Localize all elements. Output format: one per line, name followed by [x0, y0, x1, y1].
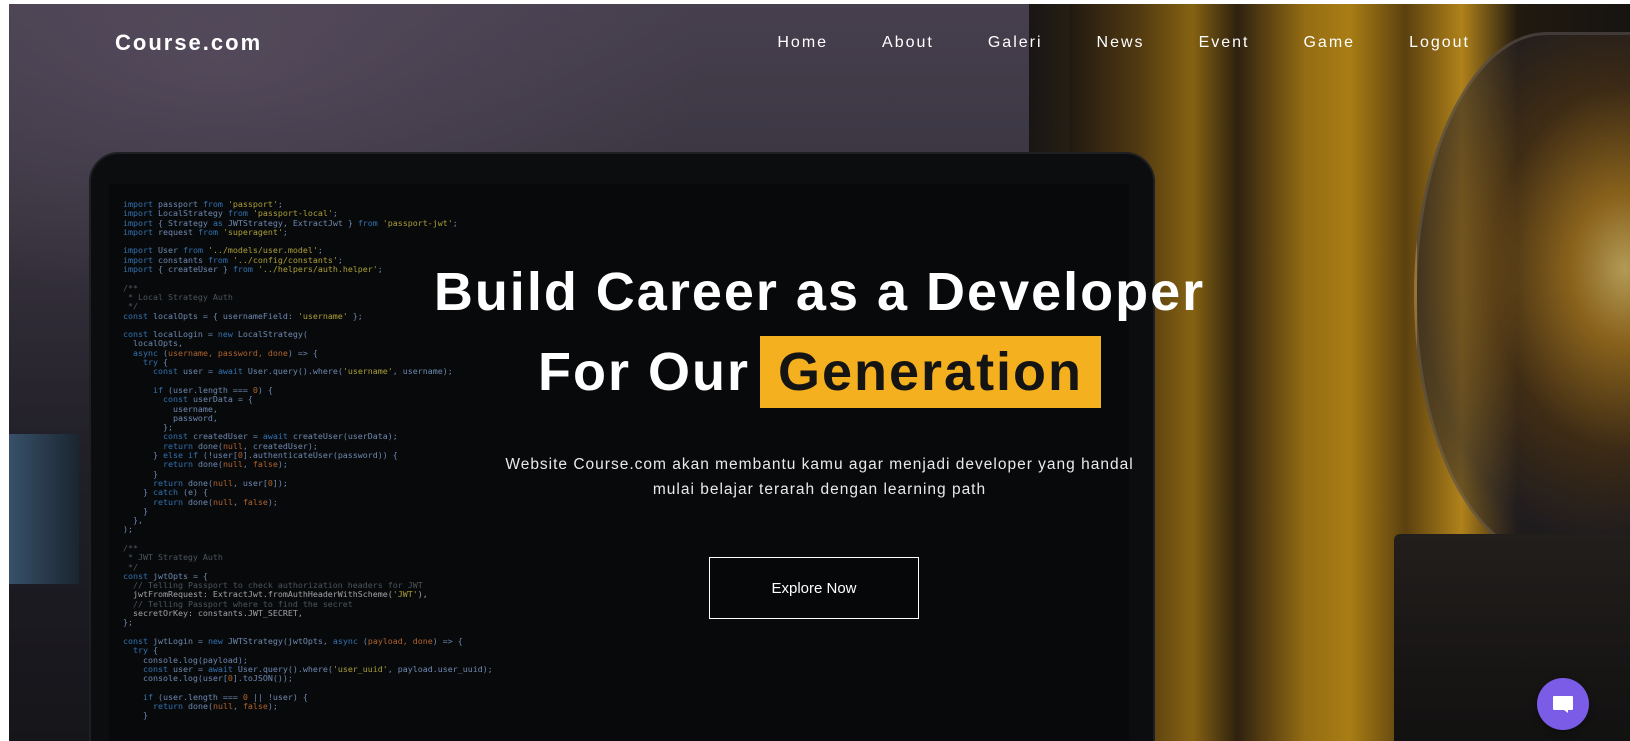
nav-item-home[interactable]: Home [777, 34, 828, 52]
chat-bubble-icon [1553, 696, 1573, 713]
hero-section: import passport from 'passport'; import … [9, 4, 1630, 741]
hero-headline: Build Career as a Developer For Our Gener… [9, 260, 1630, 408]
nav-item-game[interactable]: Game [1303, 34, 1355, 52]
nav-item-news[interactable]: News [1097, 34, 1145, 52]
nav-item-galeri[interactable]: Galeri [988, 34, 1043, 52]
hero-title-line2: For Our Generation [9, 336, 1630, 408]
hero-subtitle-line2: mulai belajar terarah dengan learning pa… [652, 481, 987, 498]
hero-subtitle-line1: Website Course.com akan membantu kamu ag… [505, 456, 1134, 473]
nav-item-event[interactable]: Event [1199, 34, 1250, 52]
hero-title-line1: Build Career as a Developer [433, 262, 1206, 322]
brand-logo[interactable]: Course.com [115, 30, 262, 56]
nav-item-logout[interactable]: Logout [1409, 34, 1470, 52]
hero-title-prefix: For Our [537, 342, 750, 402]
nav-item-about[interactable]: About [882, 34, 934, 52]
explore-now-button[interactable]: Explore Now [709, 557, 919, 619]
hero-subtitle: Website Course.com akan membantu kamu ag… [9, 452, 1630, 502]
hero-title-highlight: Generation [759, 336, 1102, 408]
main-nav: Home About Galeri News Event Game Logout [777, 34, 1470, 52]
chat-button[interactable] [1537, 678, 1589, 730]
